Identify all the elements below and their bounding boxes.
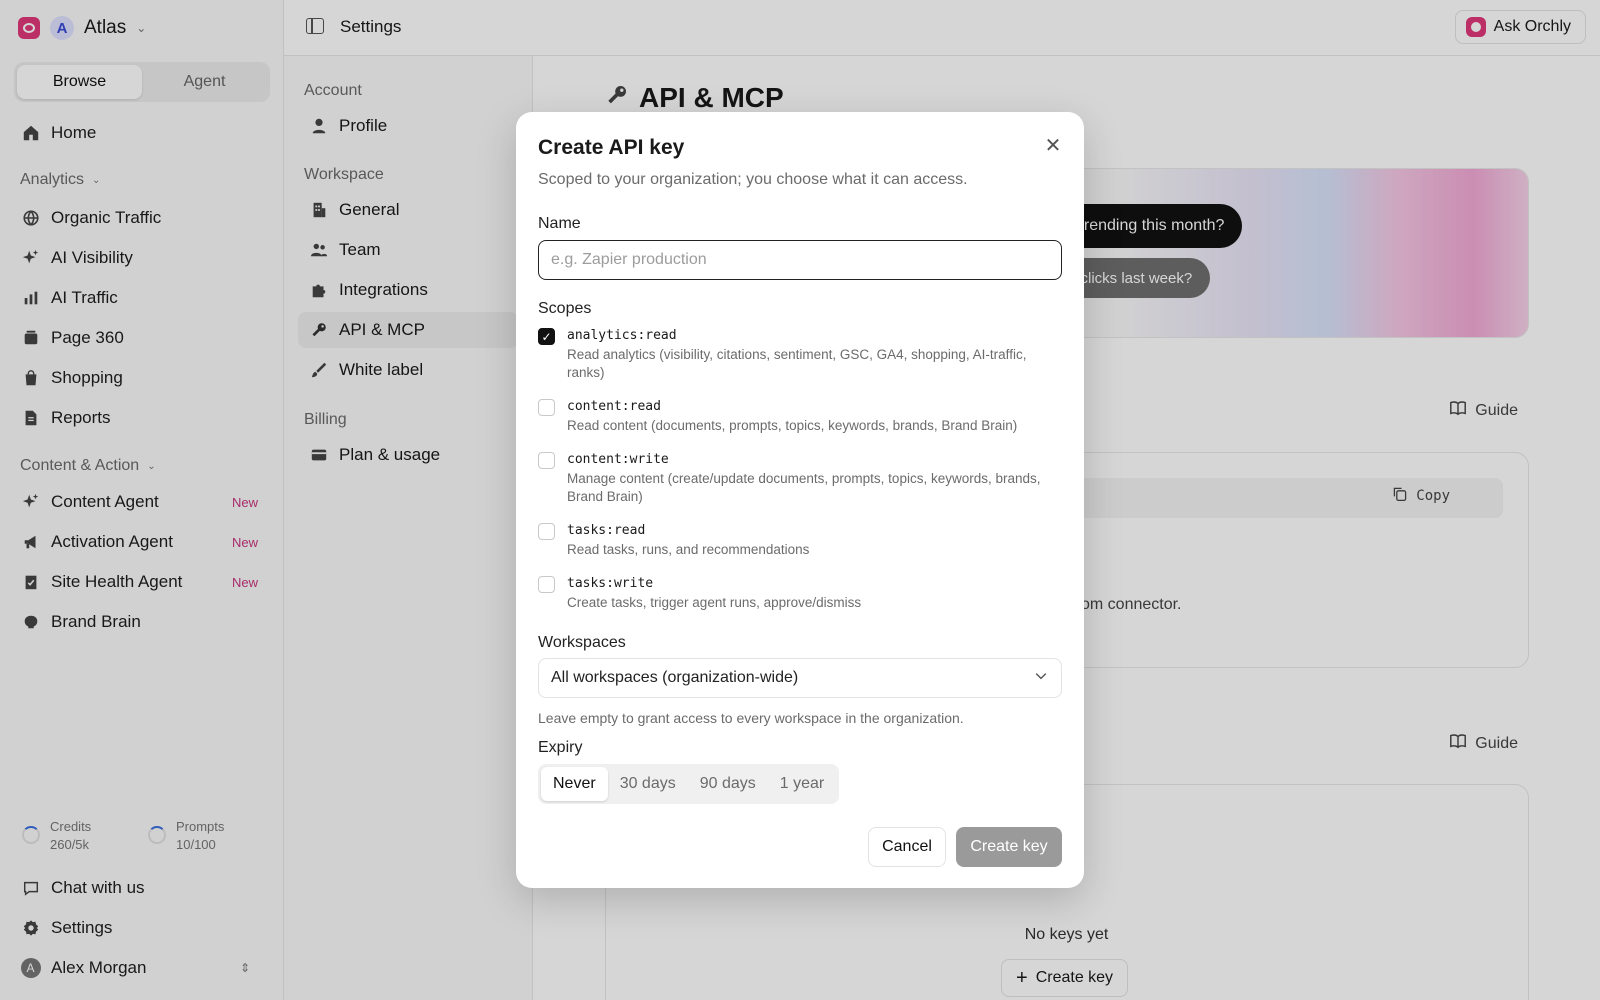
scope-analytics-read[interactable]: ✓ analytics:read Read analytics (visibil… — [538, 327, 1062, 382]
checkbox-checked[interactable]: ✓ — [538, 328, 555, 345]
create-key-submit-button[interactable]: Create key — [956, 827, 1062, 867]
name-label: Name — [538, 215, 581, 232]
scope-tasks-read[interactable]: tasks:read Read tasks, runs, and recomme… — [538, 522, 1062, 559]
chevron-down-icon — [1033, 668, 1049, 689]
dialog-title: Create API key — [538, 136, 685, 159]
name-input[interactable] — [538, 240, 1062, 280]
workspaces-label: Workspaces — [538, 634, 626, 651]
expiry-toggle: Never 30 days 90 days 1 year — [538, 764, 840, 804]
expiry-30-days[interactable]: 30 days — [608, 767, 688, 801]
checkbox[interactable] — [538, 399, 555, 416]
cancel-button[interactable]: Cancel — [868, 827, 946, 867]
workspaces-hint: Leave empty to grant access to every wor… — [538, 710, 964, 726]
scope-content-write[interactable]: content:write Manage content (create/upd… — [538, 451, 1062, 506]
expiry-label: Expiry — [538, 739, 583, 756]
scopes-label: Scopes — [538, 300, 592, 317]
checkbox[interactable] — [538, 523, 555, 540]
expiry-never[interactable]: Never — [541, 767, 608, 801]
expiry-90-days[interactable]: 90 days — [688, 767, 768, 801]
create-api-key-dialog: Create API key Scoped to your organizati… — [516, 112, 1084, 888]
workspaces-select[interactable]: All workspaces (organization-wide) — [538, 658, 1062, 698]
dialog-subtitle: Scoped to your organization; you choose … — [538, 171, 968, 188]
close-icon[interactable]: ✕ — [1042, 134, 1064, 157]
checkbox[interactable] — [538, 452, 555, 469]
checkbox[interactable] — [538, 576, 555, 593]
expiry-1-year[interactable]: 1 year — [768, 767, 836, 801]
scope-content-read[interactable]: content:read Read content (documents, pr… — [538, 398, 1062, 435]
scope-tasks-write[interactable]: tasks:write Create tasks, trigger agent … — [538, 575, 1062, 612]
